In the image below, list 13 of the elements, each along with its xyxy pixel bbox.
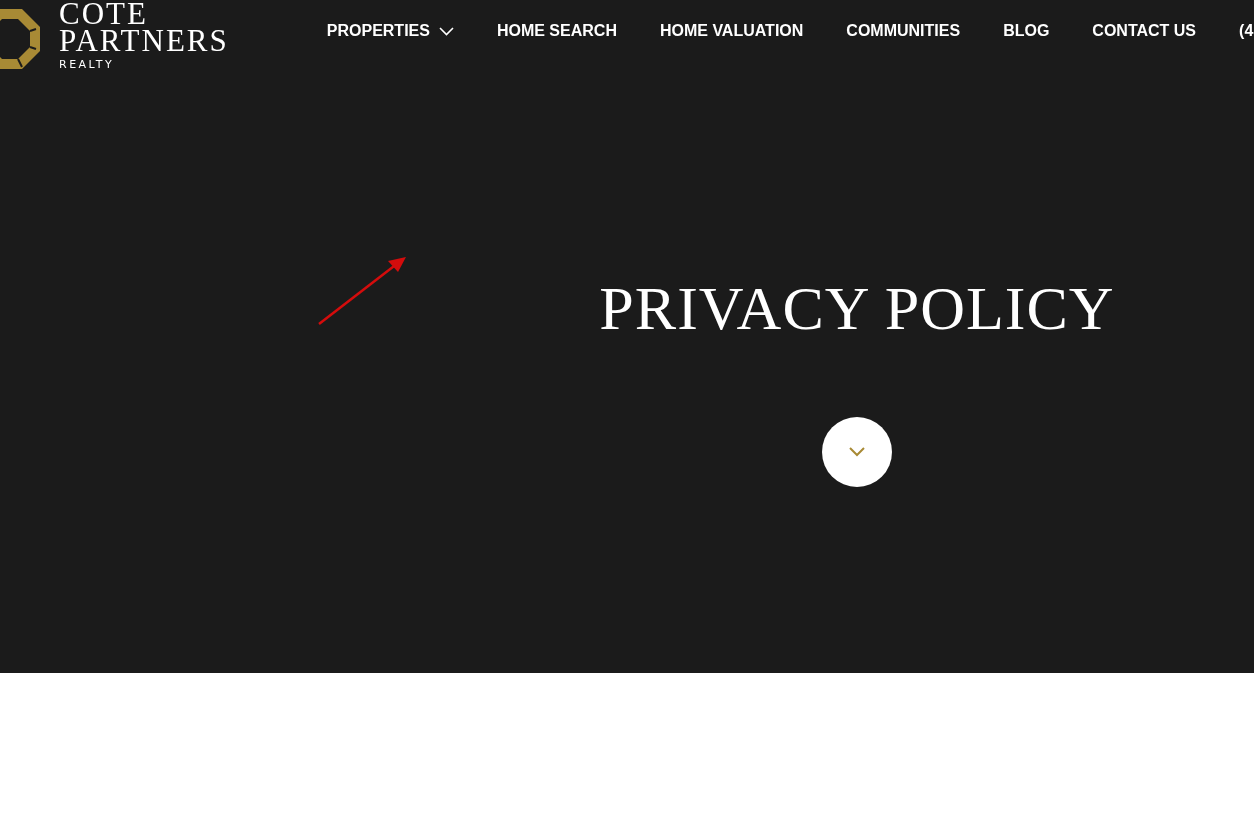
chevron-down-icon <box>849 447 865 457</box>
nav-link[interactable]: (4 <box>1239 22 1254 40</box>
nav-link[interactable]: HOME SEARCH <box>496 22 617 40</box>
nav-link[interactable]: CONTACT US <box>1092 22 1197 40</box>
logo-wordmark: COTE <box>59 0 148 27</box>
page-title: PRIVACY POLICY <box>599 273 1115 343</box>
nav-dropdown[interactable]: PROPERTIES <box>326 22 454 40</box>
nav-link[interactable]: BLOG <box>1003 22 1050 40</box>
nav-link[interactable]: COMMUNITIES <box>846 22 961 40</box>
nav-link[interactable]: HOME VALUATION <box>659 22 804 40</box>
logo-tagline: REALTY <box>59 58 116 71</box>
logo-wordmark: PARTNERS <box>59 27 229 54</box>
caret-icon <box>438 26 454 36</box>
